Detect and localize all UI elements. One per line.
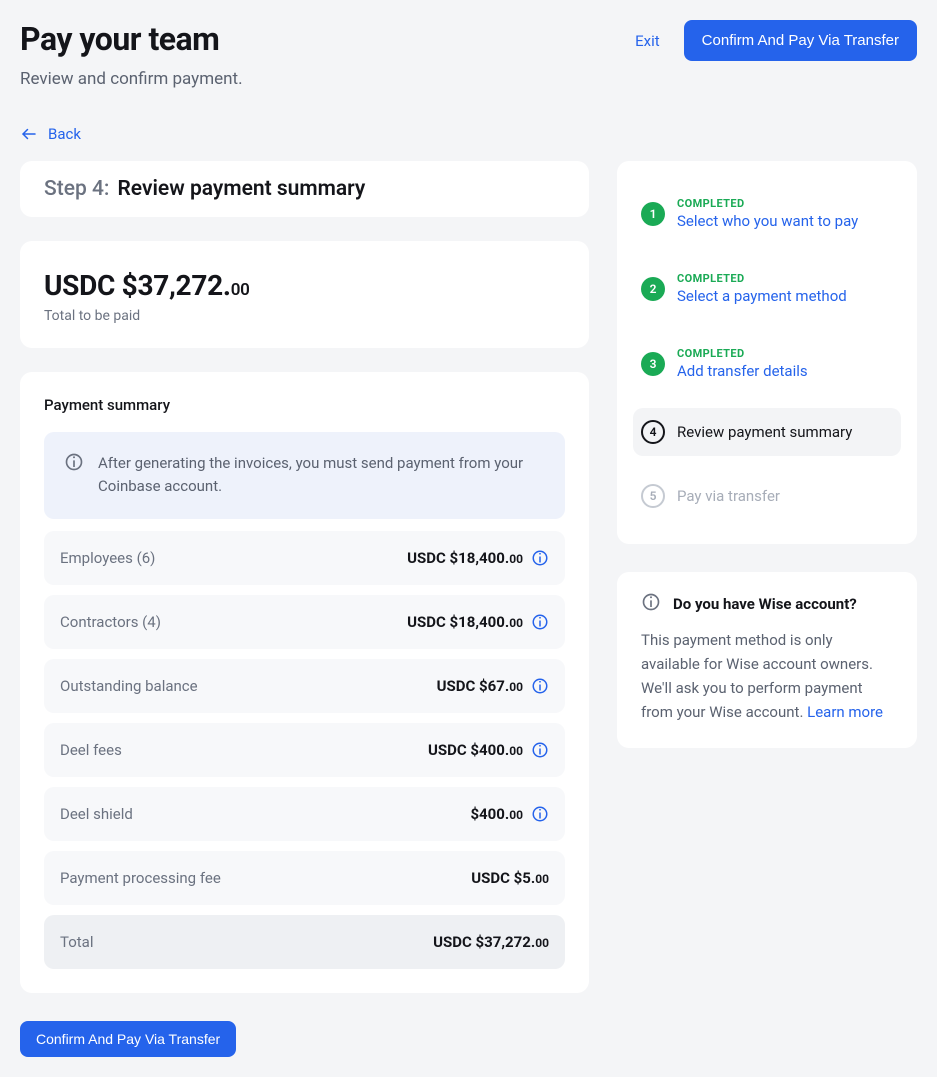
total-card: USDC $37,272.00 Total to be paid [20,241,589,348]
wise-card: Do you have Wise account? This payment m… [617,572,917,748]
step-label: Review payment summary [677,423,852,441]
summary-row-label: Deel fees [60,741,428,759]
confirm-pay-button-bottom[interactable]: Confirm And Pay Via Transfer [20,1021,236,1057]
step-label: Add transfer details [677,362,808,380]
info-icon[interactable] [531,741,549,759]
page-title: Pay your team [20,20,219,58]
summary-row-label: Outstanding balance [60,677,437,695]
step-number-badge: 3 [641,352,665,376]
summary-row-value: USDC $400.00 [428,741,523,759]
summary-row-value: USDC $67.00 [437,677,523,695]
summary-row-value: USDC $18,400.00 [407,549,523,567]
step-label: Pay via transfer [677,487,780,505]
total-amount: USDC $37,272.00 [44,269,565,302]
learn-more-link[interactable]: Learn more [807,703,883,721]
info-banner-text: After generating the invoices, you must … [98,452,541,499]
summary-row-label: Deel shield [60,805,470,823]
summary-row-label: Total [60,933,433,951]
step-label: Select who you want to pay [677,212,858,230]
step-item-1[interactable]: 1 COMPLETED Select who you want to pay [633,185,901,242]
page-subtitle: Review and confirm payment. [20,69,917,89]
step-status: COMPLETED [677,197,858,210]
summary-row: Payment processing feeUSDC $5.00 [44,851,565,905]
summary-row: Outstanding balanceUSDC $67.00 [44,659,565,713]
steps-card: 1 COMPLETED Select who you want to pay 2 COM… [617,161,917,544]
summary-row: Deel shield$400.00 [44,787,565,841]
step-label: Select a payment method [677,287,847,305]
summary-row: Employees (6)USDC $18,400.00 [44,531,565,585]
header-actions: Exit Confirm And Pay Via Transfer [635,20,917,61]
step-status: COMPLETED [677,347,808,360]
summary-row-label: Employees (6) [60,549,407,567]
info-icon [641,592,661,616]
step-item-4: 4 Review payment summary [633,408,901,456]
summary-row-label: Payment processing fee [60,869,471,887]
summary-row: Deel feesUSDC $400.00 [44,723,565,777]
step-number-badge: 2 [641,277,665,301]
info-icon[interactable] [531,677,549,695]
info-icon[interactable] [531,613,549,631]
summary-heading: Payment summary [44,396,565,414]
step-status: COMPLETED [677,272,847,285]
summary-row-value: USDC $18,400.00 [407,613,523,631]
exit-link[interactable]: Exit [635,32,660,50]
step-number-badge: 4 [641,420,665,444]
step-prefix: Step 4: [44,177,109,201]
back-button[interactable]: Back [20,125,917,143]
summary-row-value: $400.00 [470,805,523,823]
summary-row-label: Contractors (4) [60,613,407,631]
info-banner: After generating the invoices, you must … [44,432,565,519]
summary-row: Contractors (4)USDC $18,400.00 [44,595,565,649]
total-sub: Total to be paid [44,308,565,324]
info-icon [64,452,84,499]
step-label: Review payment summary [117,177,365,201]
back-label: Back [48,125,81,143]
step-item-3[interactable]: 3 COMPLETED Add transfer details [633,335,901,392]
summary-row-total: TotalUSDC $37,272.00 [44,915,565,969]
wise-title: Do you have Wise account? [673,595,857,613]
wise-body: This payment method is only available fo… [641,628,893,724]
summary-row-value: USDC $37,272.00 [433,933,549,951]
step-number-badge: 1 [641,202,665,226]
info-icon[interactable] [531,549,549,567]
summary-row-value: USDC $5.00 [471,869,549,887]
payment-summary-card: Payment summary After generating the inv… [20,372,589,993]
confirm-pay-button-top[interactable]: Confirm And Pay Via Transfer [684,20,917,61]
step-item-5: 5 Pay via transfer [633,472,901,520]
step-item-2[interactable]: 2 COMPLETED Select a payment method [633,260,901,317]
step-number-badge: 5 [641,484,665,508]
arrow-left-icon [20,125,38,143]
info-icon[interactable] [531,805,549,823]
step-header-card: Step 4: Review payment summary [20,161,589,217]
